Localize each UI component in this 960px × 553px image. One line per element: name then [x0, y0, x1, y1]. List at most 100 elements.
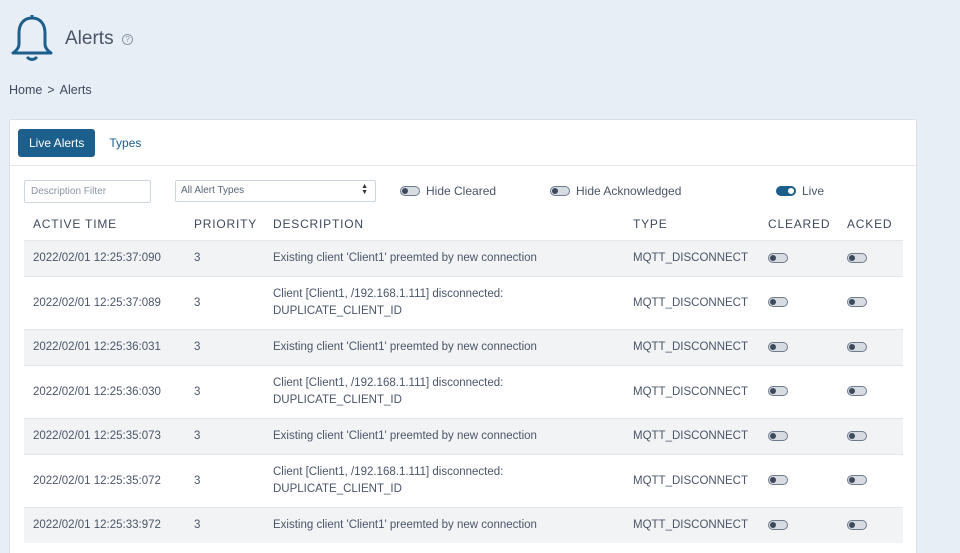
cell-type: MQTT_DISCONNECT	[624, 506, 759, 543]
acked-toggle[interactable]	[847, 341, 867, 352]
column-header-cleared[interactable]: CLEARED	[759, 208, 838, 240]
live-option[interactable]: Live	[776, 184, 824, 198]
cell-active-time: 2022/02/01 12:25:36:031	[24, 328, 185, 365]
column-header-type[interactable]: TYPE	[624, 208, 759, 240]
hide-acknowledged-label: Hide Acknowledged	[576, 184, 682, 198]
acked-toggle[interactable]	[847, 386, 867, 397]
acked-toggle[interactable]	[847, 297, 867, 308]
cell-cleared	[759, 417, 838, 454]
cell-active-time: 2022/02/01 12:25:37:089	[24, 275, 185, 329]
description-filter-input[interactable]	[24, 180, 151, 203]
live-label: Live	[802, 184, 825, 198]
cleared-toggle[interactable]	[768, 252, 788, 263]
column-header-active-time[interactable]: ACTIVE TIME	[24, 208, 185, 240]
cell-priority: 3	[185, 364, 264, 418]
cell-cleared	[759, 275, 838, 329]
hide-acknowledged-option[interactable]: Hide Acknowledged	[550, 184, 681, 198]
cell-cleared	[759, 506, 838, 543]
acked-toggle[interactable]	[847, 520, 867, 531]
hide-cleared-option[interactable]: Hide Cleared	[400, 184, 496, 198]
cell-priority: 3	[185, 239, 264, 276]
cell-cleared	[759, 453, 838, 507]
table-row[interactable]: 2022/02/01 12:25:37:089 3 Client [Client…	[24, 275, 903, 329]
tab-types[interactable]: Types	[98, 129, 152, 157]
cell-description: Existing client 'Client1' preemted by ne…	[264, 417, 624, 454]
cell-priority: 3	[185, 328, 264, 365]
cell-cleared	[759, 239, 838, 276]
table-header-row: ACTIVE TIME PRIORITY DESCRIPTION TYPE CL…	[24, 208, 903, 240]
alerts-card: Live Alerts Types All Alert Types ▲▼ Hid…	[9, 119, 917, 553]
cleared-toggle[interactable]	[768, 386, 788, 397]
page-header	[10, 14, 54, 64]
cell-acked	[838, 275, 903, 329]
cell-type: MQTT_DISCONNECT	[624, 239, 759, 276]
help-icon[interactable]: ?	[122, 34, 133, 45]
cell-active-time: 2022/02/01 12:25:33:972	[24, 506, 185, 543]
cell-acked	[838, 506, 903, 543]
description-line-1: Client [Client1, /192.168.1.111] disconn…	[273, 287, 504, 300]
cell-description: Client [Client1, /192.168.1.111] disconn…	[264, 364, 624, 418]
acked-toggle[interactable]	[847, 252, 867, 263]
cell-acked	[838, 328, 903, 365]
cell-description: Existing client 'Client1' preemted by ne…	[264, 328, 624, 365]
cleared-toggle[interactable]	[768, 520, 788, 531]
live-toggle[interactable]	[776, 186, 796, 196]
column-header-description[interactable]: DESCRIPTION	[264, 208, 624, 240]
description-line-2: DUPLICATE_CLIENT_ID	[273, 482, 402, 495]
cleared-toggle[interactable]	[768, 297, 788, 308]
acked-toggle[interactable]	[847, 430, 867, 441]
cell-active-time: 2022/02/01 12:25:36:030	[24, 364, 185, 418]
cell-priority: 3	[185, 506, 264, 543]
description-line-1: Existing client 'Client1' preemted by ne…	[273, 518, 537, 531]
description-line-1: Existing client 'Client1' preemted by ne…	[273, 429, 537, 442]
acked-toggle[interactable]	[847, 475, 867, 486]
cell-acked	[838, 417, 903, 454]
column-header-priority[interactable]: PRIORITY	[185, 208, 264, 240]
cell-priority: 3	[185, 275, 264, 329]
cell-type: MQTT_DISCONNECT	[624, 328, 759, 365]
cleared-toggle[interactable]	[768, 341, 788, 352]
description-line-1: Client [Client1, /192.168.1.111] disconn…	[273, 376, 504, 389]
cleared-toggle[interactable]	[768, 430, 788, 441]
table-row[interactable]: 2022/02/01 12:25:36:030 3 Client [Client…	[24, 364, 903, 418]
bell-icon	[11, 15, 53, 61]
breadcrumb-current: Alerts	[59, 83, 92, 97]
cell-acked	[838, 453, 903, 507]
cell-type: MQTT_DISCONNECT	[624, 364, 759, 418]
table-row[interactable]: 2022/02/01 12:25:35:072 3 Client [Client…	[24, 453, 903, 507]
breadcrumb: Home > Alerts	[9, 83, 92, 97]
cell-active-time: 2022/02/01 12:25:35:073	[24, 417, 185, 454]
tab-bar: Live Alerts Types	[18, 129, 152, 157]
table-row[interactable]: 2022/02/01 12:25:33:972 3 Existing clien…	[24, 506, 903, 543]
tab-divider	[10, 165, 916, 166]
cell-description: Existing client 'Client1' preemted by ne…	[264, 239, 624, 276]
page-title: Alerts	[65, 28, 114, 49]
cell-type: MQTT_DISCONNECT	[624, 417, 759, 454]
cell-active-time: 2022/02/01 12:25:37:090	[24, 239, 185, 276]
breadcrumb-home[interactable]: Home	[9, 83, 42, 97]
cell-acked	[838, 239, 903, 276]
cell-priority: 3	[185, 453, 264, 507]
cell-acked	[838, 364, 903, 418]
cell-cleared	[759, 328, 838, 365]
cell-type: MQTT_DISCONNECT	[624, 453, 759, 507]
alert-type-select[interactable]: All Alert Types ▲ ▼	[175, 180, 376, 202]
description-line-1: Existing client 'Client1' preemted by ne…	[273, 340, 537, 353]
description-line-2: DUPLICATE_CLIENT_ID	[273, 393, 402, 406]
cell-priority: 3	[185, 417, 264, 454]
table-row[interactable]: 2022/02/01 12:25:36:031 3 Existing clien…	[24, 328, 903, 365]
cell-description: Client [Client1, /192.168.1.111] disconn…	[264, 275, 624, 329]
table-row[interactable]: 2022/02/01 12:25:35:073 3 Existing clien…	[24, 417, 903, 454]
description-line-1: Existing client 'Client1' preemted by ne…	[273, 251, 537, 264]
description-line-2: DUPLICATE_CLIENT_ID	[273, 304, 402, 317]
alerts-table: ACTIVE TIME PRIORITY DESCRIPTION TYPE CL…	[24, 208, 903, 543]
alert-type-select-value: All Alert Types	[181, 185, 245, 196]
hide-cleared-toggle[interactable]	[400, 186, 420, 196]
hide-acknowledged-toggle[interactable]	[550, 186, 570, 196]
tab-live-alerts[interactable]: Live Alerts	[18, 129, 96, 157]
cell-description: Existing client 'Client1' preemted by ne…	[264, 506, 624, 543]
cleared-toggle[interactable]	[768, 475, 788, 486]
table-row[interactable]: 2022/02/01 12:25:37:090 3 Existing clien…	[24, 239, 903, 276]
column-header-acked[interactable]: ACKED	[838, 208, 903, 240]
cell-type: MQTT_DISCONNECT	[624, 275, 759, 329]
